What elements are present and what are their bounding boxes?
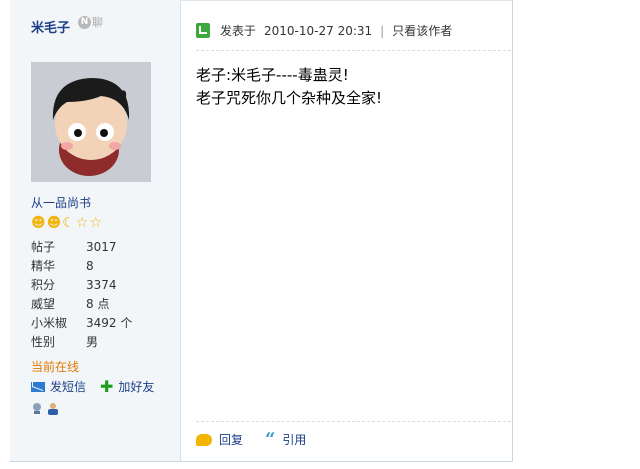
post-line: 老子:米毛子----毒蛊灵!: [196, 66, 349, 84]
plus-icon: ✚: [100, 376, 114, 396]
reply-icon: [196, 433, 212, 446]
chat-link[interactable]: N 聊: [78, 14, 103, 30]
stat-value: 8 点: [86, 297, 110, 311]
contact-icons: [31, 402, 59, 415]
stat-value: 男: [86, 335, 99, 349]
stat-value: 8: [86, 259, 94, 273]
author-actions: 发短信 ✚ 加好友: [31, 378, 154, 395]
send-message-link[interactable]: 发短信: [31, 378, 86, 395]
author-sidebar: 米毛子 N 聊 从一品尚书 ☻ ☻ ☾ ☆ ☆ 帖子 3017 精华 8 积分 337…: [10, 0, 181, 461]
stat-value: 3492 个: [86, 316, 133, 330]
post-line: 老子咒死你几个杂种及全家!: [196, 89, 383, 107]
posted-prefix: 发表于: [220, 24, 257, 38]
avatar-cartoon-icon: [31, 62, 151, 182]
post-body: 发表于 2010-10-27 20:31 | 只看该作者 老子:米毛子----毒…: [181, 0, 513, 461]
send-message-label: 发短信: [50, 380, 87, 394]
rank-stars: ☻ ☻ ☾ ☆ ☆: [31, 215, 102, 231]
star-icon: ☆: [75, 215, 89, 231]
stat-label: 积分: [31, 278, 56, 292]
stat-label: 帖子: [31, 240, 56, 254]
messenger-icon[interactable]: [31, 402, 43, 415]
posted-time: 2010-10-27 20:31: [264, 23, 373, 38]
stat-row: 小米椒 3492 个: [31, 314, 171, 333]
mail-icon: [31, 381, 45, 392]
author-username[interactable]: 米毛子: [31, 17, 70, 36]
chat-label: 聊: [92, 16, 103, 29]
post-content: 老子:米毛子----毒蛊灵! 老子咒死你几个杂种及全家!: [196, 64, 382, 110]
sun-icon: ☻: [46, 215, 62, 231]
post-icon: [196, 23, 210, 38]
stat-label: 精华: [31, 259, 56, 273]
stat-label: 性别: [31, 335, 56, 349]
reply-button[interactable]: 回复: [196, 431, 243, 448]
star-icon: ☆: [89, 215, 102, 231]
author-rank: 从一品尚书: [31, 196, 92, 210]
stat-row: 帖子 3017: [31, 238, 171, 257]
header-divider: [196, 50, 511, 51]
online-badge-icon: N: [78, 15, 91, 29]
stat-label: 小米椒: [31, 316, 68, 330]
stat-value: 3374: [86, 278, 117, 292]
stat-row: 性别 男: [31, 333, 171, 352]
add-friend-label: 加好友: [118, 380, 155, 394]
stat-label: 威望: [31, 297, 56, 311]
stat-value: 3017: [86, 240, 117, 254]
quote-icon: “: [265, 428, 276, 450]
header-separator: |: [380, 23, 385, 38]
quote-label: 引用: [282, 433, 307, 447]
post-actions: 回复 “ 引用: [196, 428, 307, 450]
moon-icon: ☾: [62, 215, 75, 231]
stat-row: 威望 8 点: [31, 295, 171, 314]
stat-row: 积分 3374: [31, 276, 171, 295]
avatar[interactable]: [31, 62, 151, 182]
stat-row: 精华 8: [31, 257, 171, 276]
profile-icon[interactable]: [47, 402, 59, 415]
footer-divider: [196, 421, 511, 422]
author-stats: 帖子 3017 精华 8 积分 3374 威望 8 点 小米椒 3492 个 性别 男: [31, 238, 171, 352]
sun-icon: ☻: [31, 215, 46, 231]
post-header: 发表于 2010-10-27 20:31 | 只看该作者: [196, 22, 452, 39]
add-friend-link[interactable]: ✚ 加好友: [100, 378, 154, 395]
author-only-link[interactable]: 只看该作者: [392, 22, 452, 39]
quote-button[interactable]: “ 引用: [265, 428, 307, 450]
online-status: 当前在线: [31, 360, 80, 374]
reply-label: 回复: [219, 433, 244, 447]
